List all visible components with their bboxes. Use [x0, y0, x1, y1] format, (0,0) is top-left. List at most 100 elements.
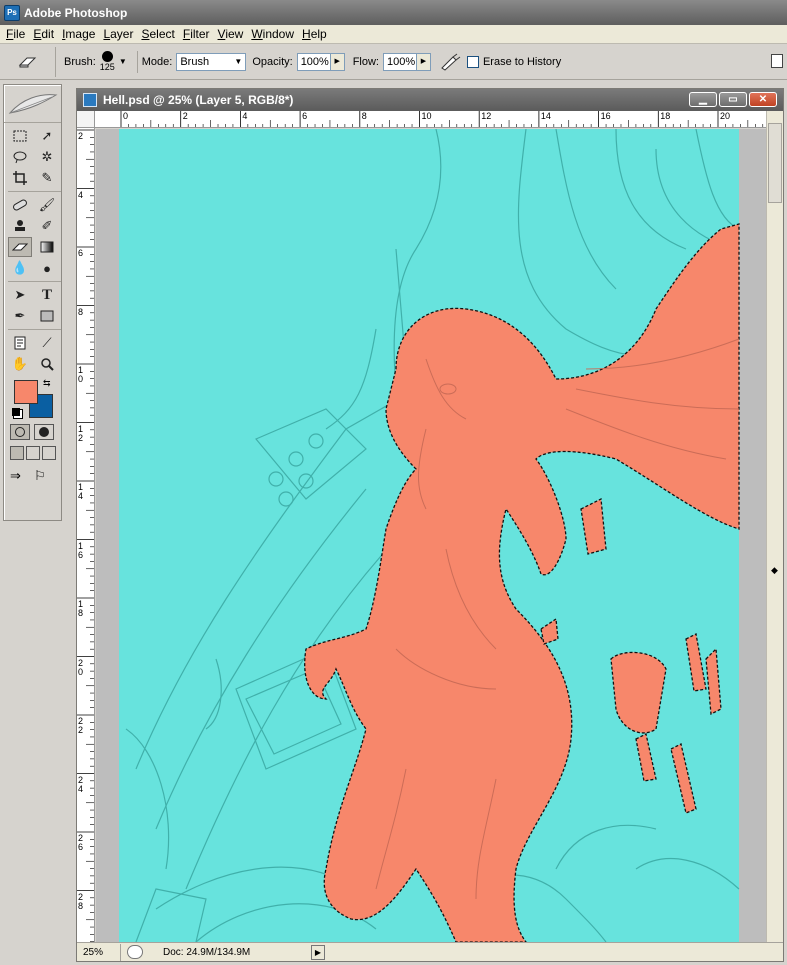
tool-grid: ➚ ✲ ✎ 🖌 ✐ 💧 ● ➤ T ✒ ⟋ ✋ [4, 123, 61, 374]
opacity-slider-button[interactable]: ▶ [330, 52, 345, 71]
slice-icon[interactable]: ✎ [35, 168, 59, 188]
ruler-origin[interactable] [77, 111, 95, 128]
ruler-label: 16 [600, 111, 611, 121]
mask-mode-buttons [10, 424, 61, 440]
flow-slider-button[interactable]: ▶ [416, 52, 431, 71]
eraser-icon [18, 57, 36, 67]
menu-select[interactable]: Select [137, 27, 178, 41]
quick-mask-icon[interactable] [34, 424, 54, 440]
eraser-tool-icon[interactable] [8, 237, 32, 257]
ruler-label: 18 [660, 111, 671, 121]
mode-value: Brush [180, 55, 210, 68]
full-screen-icon[interactable] [42, 446, 56, 460]
airbrush-icon[interactable] [439, 53, 461, 71]
history-brush-icon[interactable]: ✐ [35, 216, 59, 236]
ruler-label: 16 [78, 540, 84, 560]
jump-buttons: ⇒ ⚐ [10, 468, 61, 484]
pen-icon[interactable]: ✒ [8, 306, 32, 326]
brush-icon[interactable]: 🖌 [35, 195, 59, 215]
artwork-canvas[interactable] [96, 129, 767, 942]
brush-picker[interactable]: 125 [100, 51, 115, 72]
zoom-icon[interactable] [35, 354, 59, 374]
dodge-icon[interactable]: ● [35, 258, 59, 278]
screen-mode-buttons [10, 446, 61, 460]
crop-icon[interactable] [8, 168, 32, 188]
standard-screen-icon[interactable] [10, 446, 24, 460]
erase-to-history-label[interactable]: Erase to History [483, 56, 561, 68]
jump-icon[interactable]: ⚐ [34, 468, 54, 484]
magic-wand-icon[interactable]: ✲ [35, 147, 59, 167]
path-select-icon[interactable]: ➤ [8, 285, 32, 305]
menubar: File Edit Image Layer Select Filter View… [0, 25, 787, 44]
ruler-label: 8 [78, 306, 84, 317]
ruler-label: 28 [78, 891, 84, 911]
opacity-value: 100% [300, 55, 329, 68]
ruler-label: 26 [78, 833, 84, 852]
hand-icon[interactable]: ✋ [8, 354, 32, 374]
menu-file[interactable]: File [2, 27, 29, 41]
flow-field[interactable]: 100% [382, 52, 417, 71]
shape-icon[interactable] [35, 306, 59, 326]
canvas-area[interactable] [96, 129, 767, 942]
status-menu-arrow[interactable]: ▶ [311, 944, 325, 960]
mode-label: Mode: [141, 55, 173, 68]
ruler-label: 14 [540, 111, 551, 121]
flow-label: Flow: [352, 55, 379, 68]
ruler-label: 0 [123, 111, 129, 121]
palette-well-icon[interactable] [771, 54, 783, 68]
close-button[interactable]: ✕ [749, 92, 777, 107]
minimize-button[interactable]: ▁ [689, 92, 717, 107]
erase-to-history-checkbox[interactable] [466, 55, 479, 68]
document-window: Hell.psd @ 25% (Layer 5, RGB/8*) ▁ ▭ ✕ 0… [76, 88, 784, 962]
vertical-scrollbar[interactable]: ◆ [766, 111, 783, 942]
eyedropper-icon[interactable]: ⟋ [35, 333, 59, 353]
ruler-vertical[interactable]: 2 4 6 8 10 12 14 16 18 20 22 24 26 28 [77, 128, 95, 942]
ruler-label: 14 [78, 482, 84, 501]
tool-preset-picker[interactable] [0, 46, 56, 77]
window-controls: ▁ ▭ ✕ [689, 92, 777, 107]
zoom-field[interactable]: 25% [77, 943, 121, 961]
menu-help[interactable]: Help [298, 27, 331, 41]
full-screen-menu-icon[interactable] [26, 446, 40, 460]
menu-view[interactable]: View [214, 27, 248, 41]
lasso-icon[interactable] [8, 147, 32, 167]
scroll-arrow-icon[interactable]: ◆ [771, 565, 778, 576]
brush-label: Brush: [64, 55, 96, 68]
brush-tip-preview [101, 51, 113, 62]
ruler-label: 22 [78, 716, 84, 735]
clone-stamp-icon[interactable] [8, 216, 32, 236]
jump-to-imageready-icon[interactable]: ⇒ [10, 468, 30, 484]
ruler-label: 4 [242, 111, 248, 121]
status-icon[interactable] [127, 945, 143, 959]
menu-window[interactable]: Window [247, 27, 298, 41]
scroll-thumb[interactable] [768, 123, 782, 203]
separator [136, 50, 138, 73]
rect-marquee-icon[interactable] [8, 126, 32, 146]
opacity-field[interactable]: 100% [296, 52, 331, 71]
menu-edit[interactable]: Edit [29, 27, 58, 41]
swap-colors-icon[interactable]: ⇆ [43, 378, 51, 389]
gradient-icon[interactable] [35, 237, 59, 257]
divider [8, 281, 61, 282]
maximize-button[interactable]: ▭ [719, 92, 747, 107]
foreground-color-swatch[interactable] [14, 380, 38, 404]
notes-icon[interactable] [8, 333, 32, 353]
document-titlebar[interactable]: Hell.psd @ 25% (Layer 5, RGB/8*) ▁ ▭ ✕ [77, 89, 783, 111]
brush-dropdown-arrow[interactable]: ▼ [119, 57, 127, 66]
ruler-label: 20 [78, 657, 84, 677]
blur-icon[interactable]: 💧 [8, 258, 32, 278]
menu-filter[interactable]: Filter [179, 27, 214, 41]
toolbox: ➚ ✲ ✎ 🖌 ✐ 💧 ● ➤ T ✒ ⟋ ✋ ⇆ ⇒ ⚐ [3, 84, 62, 521]
move-icon[interactable]: ➚ [35, 126, 59, 146]
healing-brush-icon[interactable] [8, 195, 32, 215]
type-icon[interactable]: T [35, 285, 59, 305]
default-colors-icon[interactable] [12, 408, 20, 416]
mode-select[interactable]: Brush ▼ [176, 52, 247, 71]
chevron-down-icon: ▼ [234, 57, 243, 66]
horizontal-scrollbar[interactable] [329, 943, 783, 961]
menu-image[interactable]: Image [58, 27, 99, 41]
menu-layer[interactable]: Layer [99, 27, 137, 41]
ruler-horizontal[interactable]: 0 2 4 6 8 10 12 14 16 18 20 [95, 111, 767, 128]
document-title: Hell.psd @ 25% (Layer 5, RGB/8*) [103, 93, 294, 107]
standard-mode-icon[interactable] [10, 424, 30, 440]
